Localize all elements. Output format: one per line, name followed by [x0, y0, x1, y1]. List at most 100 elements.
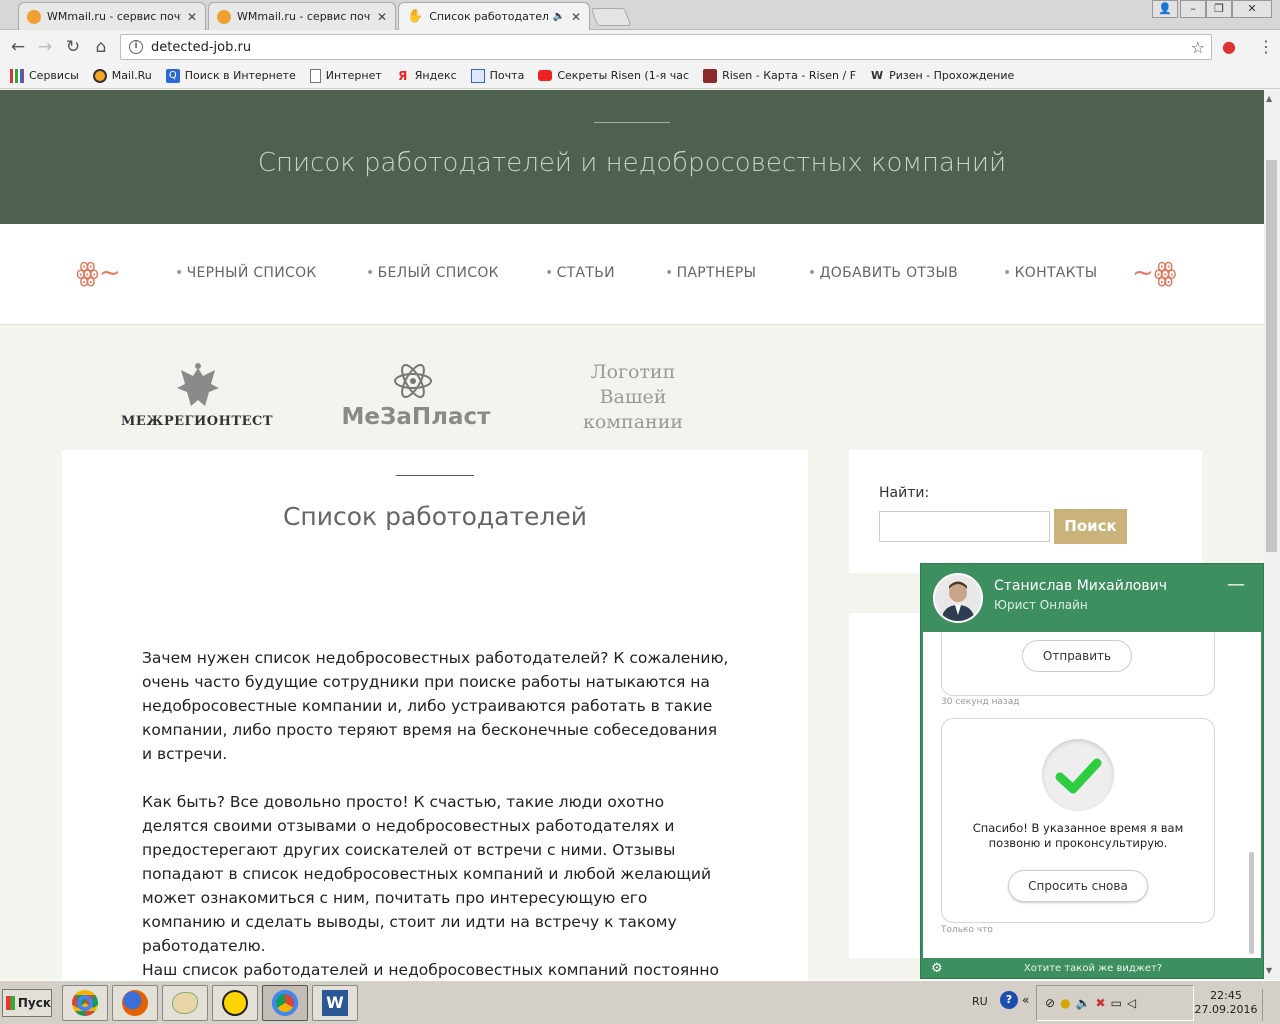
minimize-chat-button[interactable]: — — [1227, 574, 1245, 595]
bookmark-mail[interactable]: Почта — [470, 68, 524, 83]
tray-expand-icon[interactable]: « — [1022, 993, 1029, 1007]
close-icon[interactable]: ✕ — [377, 10, 387, 24]
profile-icon[interactable]: 👤 — [1152, 0, 1178, 18]
bookmarks-bar: Сервисы Mail.Ru Q Поиск в Интернете Инте… — [0, 63, 1280, 89]
bookmark-search[interactable]: Q Поиск в Интернете — [165, 68, 296, 83]
scroll-up-icon[interactable]: ▲ — [1266, 94, 1272, 103]
taskbar-word[interactable]: W — [312, 985, 358, 1021]
nav-whitelist[interactable]: БЕЛЫЙ СПИСОК — [366, 265, 499, 281]
back-arrow-icon[interactable]: ← — [8, 37, 28, 57]
star-icon[interactable]: ☆ — [1191, 38, 1205, 57]
reload-icon[interactable]: ↻ — [63, 37, 83, 57]
taskbar: Пуск W RU ? « ⊘ ● 🔈 ✖ ▭ ◁ 22:45 27.09.20… — [0, 980, 1280, 1024]
logo-placeholder[interactable]: Логотип Вашей компании — [560, 360, 706, 434]
language-indicator[interactable]: RU — [972, 995, 988, 1008]
windows-logo-icon — [6, 996, 15, 1010]
forward-arrow-icon[interactable]: → — [35, 37, 55, 57]
restore-button[interactable]: ❐ — [1206, 0, 1232, 18]
person-icon — [941, 581, 975, 621]
paragraph: Как быть? Все довольно просто! К счастью… — [142, 793, 712, 955]
network-icon[interactable]: ▭ — [1111, 996, 1122, 1010]
network-blocked-icon[interactable]: ✖ — [1096, 996, 1106, 1010]
ask-again-button[interactable]: Спросить снова — [1008, 870, 1148, 902]
taskbar-firefox[interactable] — [112, 985, 158, 1021]
info-icon[interactable]: i — [129, 40, 143, 54]
chat-widget: Станислав Михайлович Юрист Онлайн — Отпр… — [920, 563, 1264, 979]
menu-icon[interactable]: ⋮ — [1258, 37, 1274, 56]
taskbar-chrome[interactable] — [62, 985, 108, 1021]
bookmark-risen-map[interactable]: Risen - Карта - Risen / F — [703, 68, 856, 83]
bookmark-internet[interactable]: Интернет — [309, 68, 382, 83]
tab-employers[interactable]: ✋ Список работодателей 🔈 ✕ — [398, 2, 590, 30]
paint-palette-icon — [172, 992, 198, 1014]
vpn-tray-icon[interactable]: ● — [1060, 996, 1070, 1010]
nav-add-review[interactable]: ДОБАВИТЬ ОТЗЫВ — [808, 265, 958, 281]
taskbar-paint[interactable] — [162, 985, 208, 1021]
scroll-thumb[interactable] — [1266, 160, 1277, 552]
bookmark-mailru[interactable]: Mail.Ru — [92, 68, 152, 83]
url-field[interactable]: i detected-job.ru ☆ — [120, 34, 1212, 60]
hero-banner: Список работодателей и недобросовестных … — [0, 90, 1264, 224]
right-ornament-icon: ~ꙮ — [1132, 258, 1177, 288]
taskbar-vpn[interactable] — [212, 985, 258, 1021]
clock-date[interactable]: 27.09.2016 — [1192, 1003, 1260, 1016]
system-tray: ⊘ ● 🔈 ✖ ▭ ◁ — [1036, 985, 1194, 1021]
home-icon[interactable]: ⌂ — [91, 37, 111, 57]
help-icon[interactable]: ? — [1000, 991, 1018, 1009]
volume-icon[interactable]: 🔈 — [1076, 996, 1091, 1010]
message-time: 30 секунд назад — [941, 697, 1020, 707]
logo-placeholder-line: компании — [582, 411, 684, 433]
close-icon[interactable]: ✕ — [187, 10, 197, 24]
agent-name: Станислав Михайлович — [994, 578, 1167, 594]
close-icon[interactable]: ✕ — [571, 10, 581, 24]
message-bubble: Спасибо! В указанное время я вам позвоню… — [941, 718, 1215, 923]
widget-promo-link[interactable]: Хотите такой же виджет? — [921, 963, 1265, 974]
logo-mezhregiontest[interactable]: МЕЖРЕГИОНТЕСТ — [120, 362, 274, 434]
bookmark-risen-walkthrough[interactable]: W Ризен - Прохождение — [870, 69, 1014, 83]
sound-icon[interactable]: ◁ — [1127, 996, 1136, 1010]
search-input[interactable] — [879, 511, 1050, 542]
extension-fire-icon[interactable]: ● — [1222, 37, 1236, 56]
antivirus-icon[interactable]: ⊘ — [1045, 996, 1055, 1010]
show-desktop-button[interactable] — [1262, 989, 1276, 1021]
wmmail-favicon-icon — [27, 9, 41, 24]
bookmark-risen-secrets[interactable]: Секреты Risen (1-я час — [538, 69, 689, 82]
scroll-down-icon[interactable]: ▼ — [1266, 966, 1272, 975]
bookmark-yandex[interactable]: Я Яндекс — [396, 69, 457, 83]
page-scrollbar[interactable]: ▲ ▼ — [1264, 90, 1280, 980]
eagle-emblem-icon — [177, 363, 219, 406]
content-divider — [396, 475, 474, 476]
bookmark-services[interactable]: Сервисы — [10, 68, 79, 83]
yandex-icon: Я — [398, 68, 408, 83]
firefox-icon — [122, 990, 148, 1016]
start-button[interactable]: Пуск — [2, 989, 52, 1017]
chat-scroll-thumb[interactable] — [1249, 852, 1254, 954]
search-label: Найти: — [879, 485, 930, 501]
send-button[interactable]: Отправить — [1022, 640, 1132, 672]
search-button[interactable]: Поиск — [1054, 509, 1127, 544]
success-check-icon — [1042, 739, 1114, 811]
tab-wmmail-1[interactable]: WMmail.ru - сервис почтов ✕ — [18, 2, 206, 30]
chrome-icon — [72, 990, 98, 1016]
content-title: Список работодателей — [282, 502, 588, 531]
address-toolbar: ← → ↻ ⌂ i detected-job.ru ☆ ● ⋮ — [0, 31, 1280, 63]
mail-icon — [470, 68, 485, 83]
taskbar-chrome-active[interactable] — [262, 985, 308, 1021]
speaker-icon: 🔈 — [552, 11, 565, 22]
main-nav: ꙮ~ ЧЕРНЫЙ СПИСОК БЕЛЫЙ СПИСОК СТАТЬИ ПАР… — [0, 224, 1264, 325]
wmmail-favicon-icon — [217, 9, 231, 24]
nav-blacklist[interactable]: ЧЕРНЫЙ СПИСОК — [175, 265, 317, 281]
window-close-button[interactable]: ✕ — [1232, 0, 1272, 18]
logo-mezaplast[interactable]: МеЗаПласт — [336, 360, 496, 436]
clock-time[interactable]: 22:45 — [1196, 989, 1256, 1002]
nav-partners[interactable]: ПАРТНЕРЫ — [665, 265, 756, 281]
minimize-button[interactable]: – — [1180, 0, 1206, 18]
left-ornament-icon: ꙮ~ — [76, 258, 121, 288]
thanks-message: Спасибо! В указанное время я вам позвоню… — [972, 821, 1184, 850]
nav-contacts[interactable]: КОНТАКТЫ — [1003, 265, 1098, 281]
nav-articles[interactable]: СТАТЬИ — [545, 265, 615, 281]
new-tab-button[interactable] — [590, 8, 632, 26]
tab-wmmail-2[interactable]: WMmail.ru - сервис почтов ✕ — [208, 2, 396, 30]
tab-bar: WMmail.ru - сервис почтов ✕ WMmail.ru - … — [0, 0, 1280, 30]
mailru-icon — [92, 68, 107, 83]
